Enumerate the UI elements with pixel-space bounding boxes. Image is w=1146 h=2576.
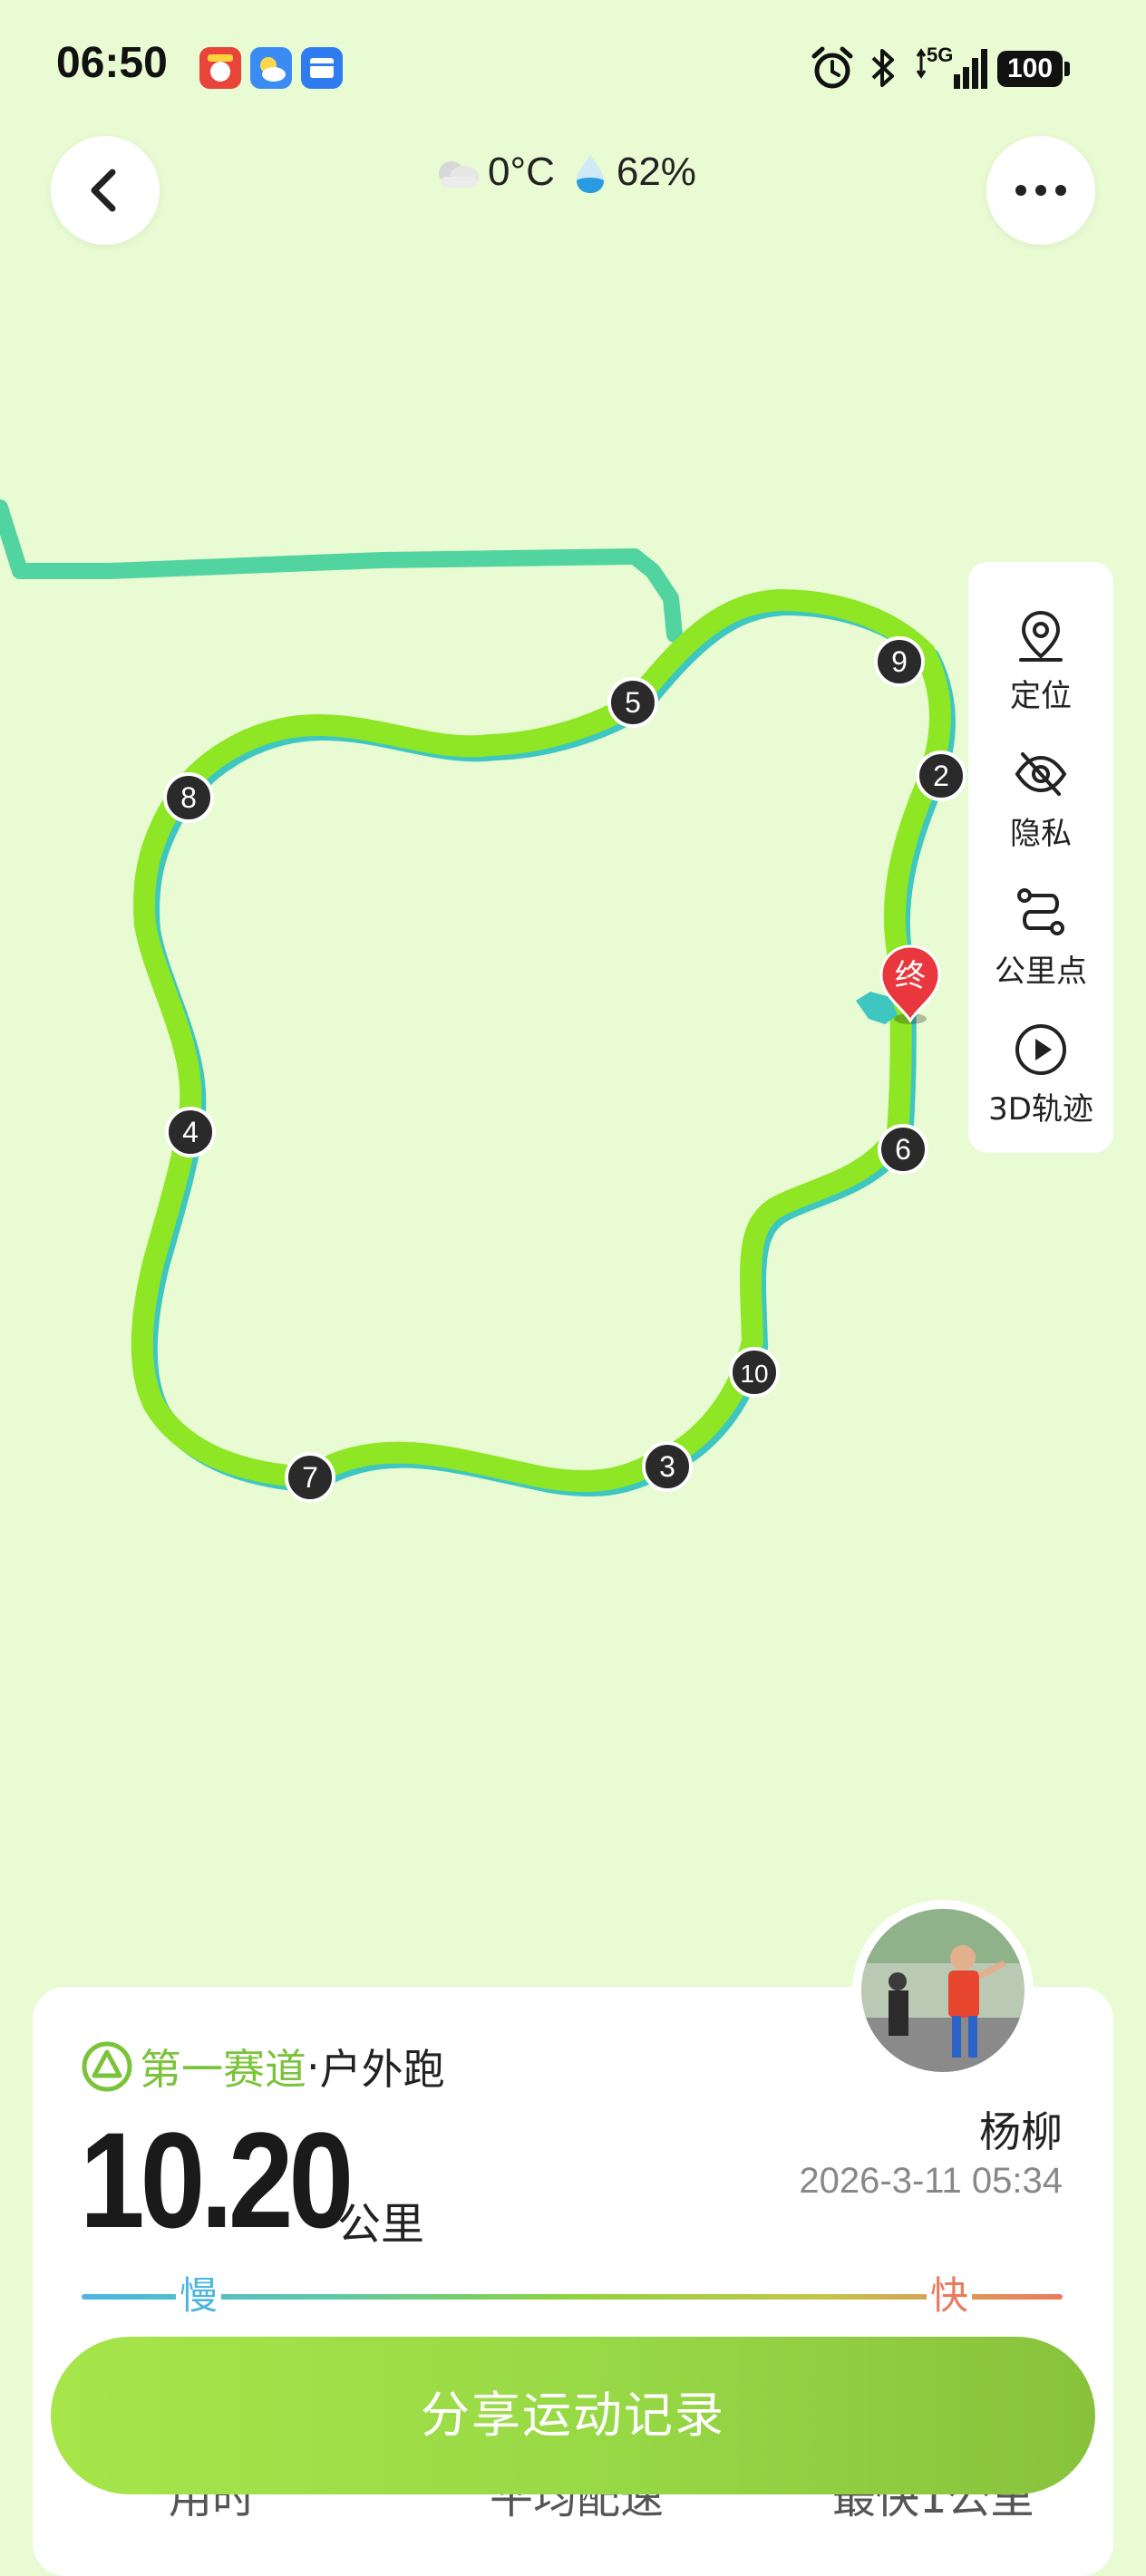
- km-marker-label: 2: [933, 760, 949, 792]
- activity-type: 户外跑: [319, 2045, 445, 2094]
- bluetooth-icon: [871, 49, 894, 87]
- km-marker-label: 3: [659, 1450, 675, 1483]
- map-tools-panel: 定位 隐私 公里点 3D轨迹: [968, 562, 1113, 1153]
- pace-fast-label: 快: [927, 2273, 973, 2319]
- eye-off-icon: [1015, 752, 1067, 796]
- km-points-button[interactable]: 公里点: [968, 865, 1113, 1001]
- alarm-icon: [811, 46, 853, 89]
- km-marker[interactable]: 10: [729, 1347, 780, 1398]
- weather-info: 0°C 62%: [432, 143, 696, 201]
- distance-value: 10.20: [80, 2104, 354, 2256]
- pace-slow-label: 慢: [176, 2273, 222, 2319]
- user-name: 杨柳: [979, 2107, 1063, 2156]
- km-marker[interactable]: 4: [165, 1107, 216, 1157]
- km-marker[interactable]: 3: [642, 1441, 693, 1492]
- location-pin-icon: [1019, 610, 1063, 662]
- running-track: [131, 589, 951, 1492]
- brand-logo-icon: [82, 2041, 132, 2092]
- km-marker[interactable]: 7: [285, 1452, 335, 1503]
- more-dots-icon: [1015, 185, 1066, 196]
- brand-row: 第一赛道 · 户外跑: [82, 2039, 445, 2094]
- app-icon: [199, 47, 241, 89]
- track-3d-button[interactable]: 3D轨迹: [968, 1002, 1113, 1138]
- km-marker[interactable]: 8: [163, 772, 214, 823]
- more-button[interactable]: [986, 136, 1095, 245]
- km-marker-label: 7: [302, 1461, 318, 1494]
- brand-separator: ·: [306, 2042, 320, 2091]
- km-marker[interactable]: 6: [878, 1124, 928, 1175]
- end-marker-label: 终: [895, 958, 926, 994]
- chevron-left-icon: [91, 169, 116, 212]
- status-bar: 06:50 5G 100: [0, 0, 1146, 136]
- locate-label: 定位: [1010, 678, 1072, 714]
- privacy-label: 隐私: [1010, 816, 1072, 852]
- share-record-button[interactable]: 分享运动记录: [51, 2337, 1095, 2494]
- humidity: 62%: [616, 150, 696, 194]
- play-circle-icon: [1015, 1024, 1066, 1075]
- km-marker[interactable]: 5: [607, 677, 658, 728]
- km-marker-label: 5: [625, 686, 641, 719]
- activity-datetime: 2026-3-11 05:34: [799, 2161, 1063, 2201]
- locate-button[interactable]: 定位: [968, 589, 1113, 725]
- cloud-icon: [439, 161, 479, 188]
- track-3d-label: 3D轨迹: [988, 1091, 1093, 1128]
- files-app-icon: [301, 47, 343, 89]
- km-marker-label: 10: [740, 1360, 768, 1388]
- km-marker[interactable]: 2: [916, 751, 966, 801]
- km-marker-label: 9: [891, 645, 908, 678]
- privacy-button[interactable]: 隐私: [968, 727, 1113, 863]
- km-marker-label: 6: [895, 1133, 911, 1166]
- km-marker[interactable]: 9: [874, 636, 925, 687]
- status-time: 06:50: [56, 39, 168, 87]
- km-points-label: 公里点: [995, 954, 1087, 990]
- weather-app-icon: [250, 47, 292, 89]
- back-button[interactable]: [51, 136, 160, 245]
- temperature: 0°C: [488, 150, 555, 194]
- battery-indicator: 100: [997, 51, 1070, 87]
- brand-name: 第一赛道: [140, 2045, 306, 2094]
- pace-gradient-bar: [82, 2294, 1063, 2300]
- distance-unit: 公里: [337, 2199, 425, 2250]
- km-marker-label: 4: [182, 1116, 199, 1148]
- route-points-icon: [1017, 888, 1064, 935]
- approach-path: [0, 499, 683, 643]
- water-drop-icon: [576, 155, 604, 193]
- signal-icon: [916, 48, 987, 89]
- avatar-photo: [861, 1909, 1025, 2072]
- km-marker-label: 8: [180, 781, 197, 814]
- avatar[interactable]: [852, 1900, 1034, 2081]
